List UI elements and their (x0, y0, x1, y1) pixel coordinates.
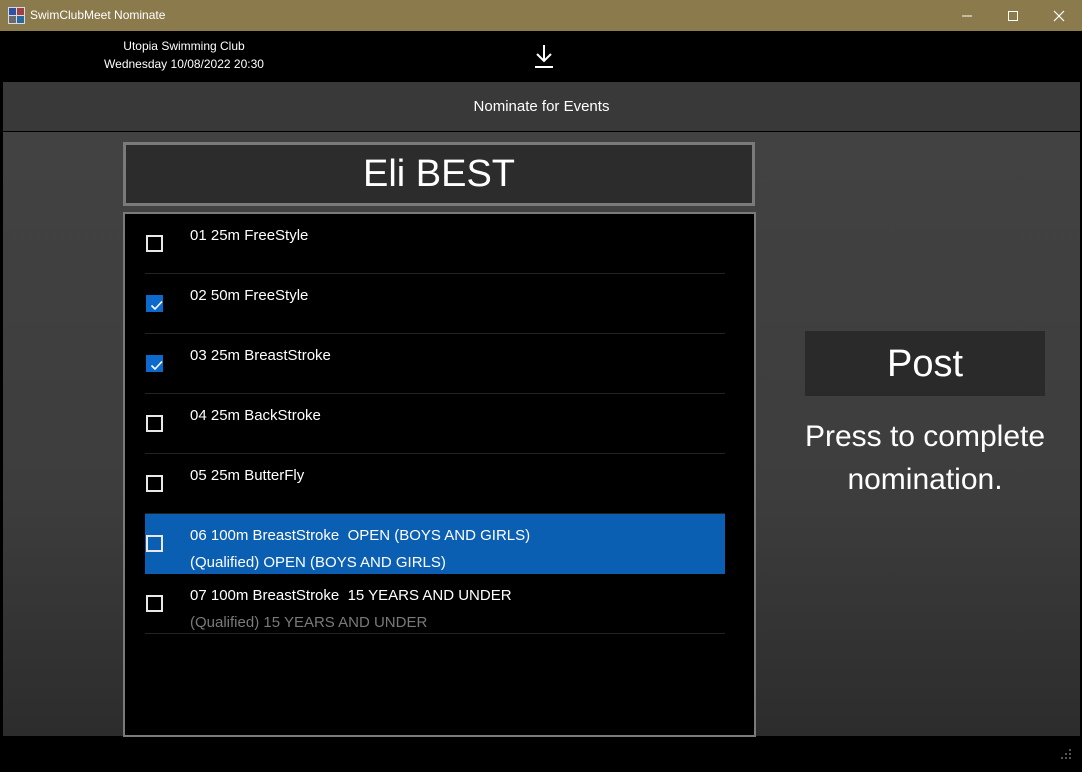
post-hint: Press to complete nomination. (804, 420, 1046, 496)
swimmer-name: Eli BEST (123, 142, 755, 206)
event-row[interactable]: 06 100m BreastStroke OPEN (BOYS AND GIRL… (145, 514, 725, 574)
event-qualification: (Qualified) 15 YEARS AND UNDER (190, 614, 428, 631)
session-datetime: Wednesday 10/08/2022 20:30 (104, 57, 264, 71)
checkbox[interactable] (146, 415, 163, 432)
event-label: 04 25m BackStroke (190, 407, 321, 424)
maximize-button[interactable] (990, 0, 1036, 31)
close-icon (1053, 10, 1065, 21)
checkbox[interactable] (146, 475, 163, 492)
checkbox[interactable] (146, 535, 163, 552)
event-row[interactable]: 07 100m BreastStroke 15 YEARS AND UNDER (… (145, 574, 725, 634)
minimize-button[interactable] (944, 0, 990, 31)
post-button[interactable]: Post (805, 331, 1045, 396)
checkbox-checked[interactable] (146, 355, 163, 372)
club-name: Utopia Swimming Club (123, 39, 245, 53)
event-row[interactable]: 03 25m BreastStroke (145, 334, 725, 394)
page-title: Nominate for Events (3, 82, 1080, 131)
checkmark-icon (150, 300, 163, 311)
event-label: 03 25m BreastStroke (190, 347, 331, 364)
club-info: Utopia Swimming Club Wednesday 10/08/202… (98, 37, 270, 73)
maximize-icon (1008, 10, 1018, 21)
app-icon (8, 7, 25, 24)
status-bar (3, 737, 1080, 771)
event-row[interactable]: 05 25m ButterFly (145, 454, 725, 514)
resize-grip-icon[interactable] (1060, 748, 1072, 760)
minimize-icon (962, 15, 972, 16)
event-label: 02 50m FreeStyle (190, 287, 309, 304)
checkbox[interactable] (146, 235, 163, 252)
event-row[interactable]: 01 25m FreeStyle (145, 214, 725, 274)
checkmark-icon (150, 360, 163, 371)
title-bar[interactable]: SwimClubMeet Nominate (0, 0, 1082, 31)
event-label: 01 25m FreeStyle (190, 227, 309, 244)
event-label: 06 100m BreastStroke OPEN (BOYS AND GIRL… (190, 527, 531, 544)
event-row[interactable]: 04 25m BackStroke (145, 394, 725, 454)
download-icon[interactable] (532, 43, 556, 69)
event-qualification: (Qualified) OPEN (BOYS AND GIRLS) (190, 554, 446, 571)
close-button[interactable] (1036, 0, 1082, 31)
checkbox[interactable] (146, 595, 163, 612)
window-title: SwimClubMeet Nominate (30, 8, 166, 22)
event-row[interactable]: 02 50m FreeStyle (145, 274, 725, 334)
checkbox-checked[interactable] (146, 295, 163, 312)
app-header: Utopia Swimming Club Wednesday 10/08/202… (3, 31, 1080, 81)
event-label: 07 100m BreastStroke 15 YEARS AND UNDER (190, 587, 512, 604)
event-label: 05 25m ButterFly (190, 467, 305, 484)
